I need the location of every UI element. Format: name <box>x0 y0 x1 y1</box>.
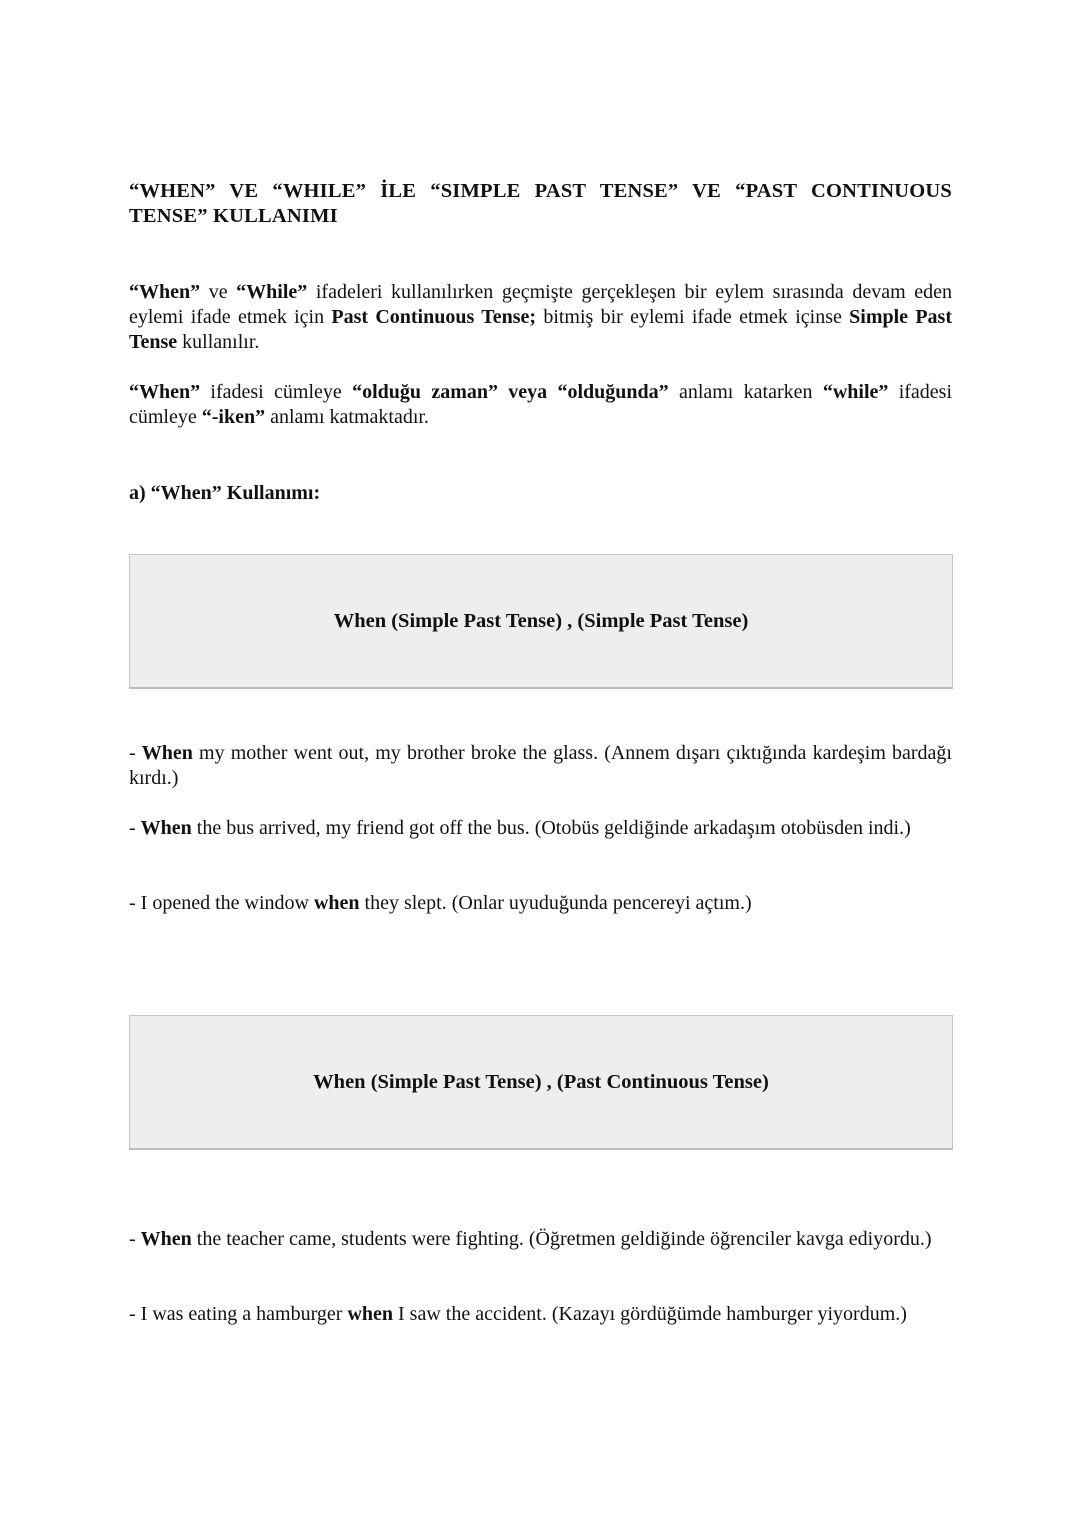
bold-text: “When” <box>129 281 201 303</box>
text-run: anlamı katmaktadır. <box>265 406 429 428</box>
bold-text: Past Continuous Tense; <box>331 306 537 328</box>
text-run: ve <box>200 281 237 303</box>
text-run: - I opened the window <box>129 892 314 914</box>
bold-text: “When” <box>129 381 201 403</box>
bold-text: When <box>140 1228 192 1250</box>
example-sentence: - I opened the window when they slept. (… <box>129 891 952 916</box>
section-heading-when: a) “When” Kullanımı: <box>129 482 321 504</box>
bold-text: when <box>313 892 360 914</box>
document-title: “WHEN” VE “WHILE” İLE “SIMPLE PAST TENSE… <box>129 180 952 227</box>
text-run: - <box>129 742 142 764</box>
formula-box: When (Simple Past Tense) , (Past Continu… <box>129 1015 953 1150</box>
example-sentence: - When the bus arrived, my friend got of… <box>129 816 952 841</box>
formula-text: When (Simple Past Tense) , (Past Continu… <box>313 1070 769 1093</box>
text-run: anlamı katarken <box>668 381 823 403</box>
example-sentence: - When my mother went out, my brother br… <box>129 741 952 791</box>
text-run: bitmiş bir eylemi ifade etmek içinse <box>536 306 850 328</box>
bold-text: When <box>140 817 192 839</box>
example-sentence: - When the teacher came, students were f… <box>129 1227 952 1252</box>
bold-text: When <box>141 742 193 764</box>
bold-text: “While” <box>236 281 308 303</box>
text-run: the bus arrived, my friend got off the b… <box>191 817 911 839</box>
bold-text: “while” <box>822 381 889 403</box>
text-run: kullanılır. <box>177 331 260 353</box>
text-run: my mother went out, my brother broke the… <box>129 742 952 789</box>
text-run: - I was eating a hamburger <box>129 1303 348 1325</box>
example-sentence: - I was eating a hamburger when I saw th… <box>129 1302 952 1327</box>
text-run: they slept. (Onlar uyuduğunda pencereyi … <box>359 892 752 914</box>
bold-text: “-iken” <box>201 406 266 428</box>
text-run: the teacher came, students were fighting… <box>191 1228 932 1250</box>
bold-text: “olduğu zaman” veya “olduğunda” <box>352 381 669 403</box>
text-run: - <box>129 817 141 839</box>
text-run: - <box>129 1228 141 1250</box>
formula-text: When (Simple Past Tense) , (Simple Past … <box>333 609 749 632</box>
intro-paragraph: “When” ifadesi cümleye “olduğu zaman” ve… <box>129 380 952 430</box>
bold-text: when <box>347 1303 394 1325</box>
formula-box: When (Simple Past Tense) , (Simple Past … <box>129 554 953 689</box>
intro-paragraph: “When” ve “While” ifadeleri kullanılırke… <box>129 280 952 355</box>
text-run: I saw the accident. (Kazayı gördüğümde h… <box>393 1303 907 1325</box>
text-run: ifadesi cümleye <box>200 381 353 403</box>
